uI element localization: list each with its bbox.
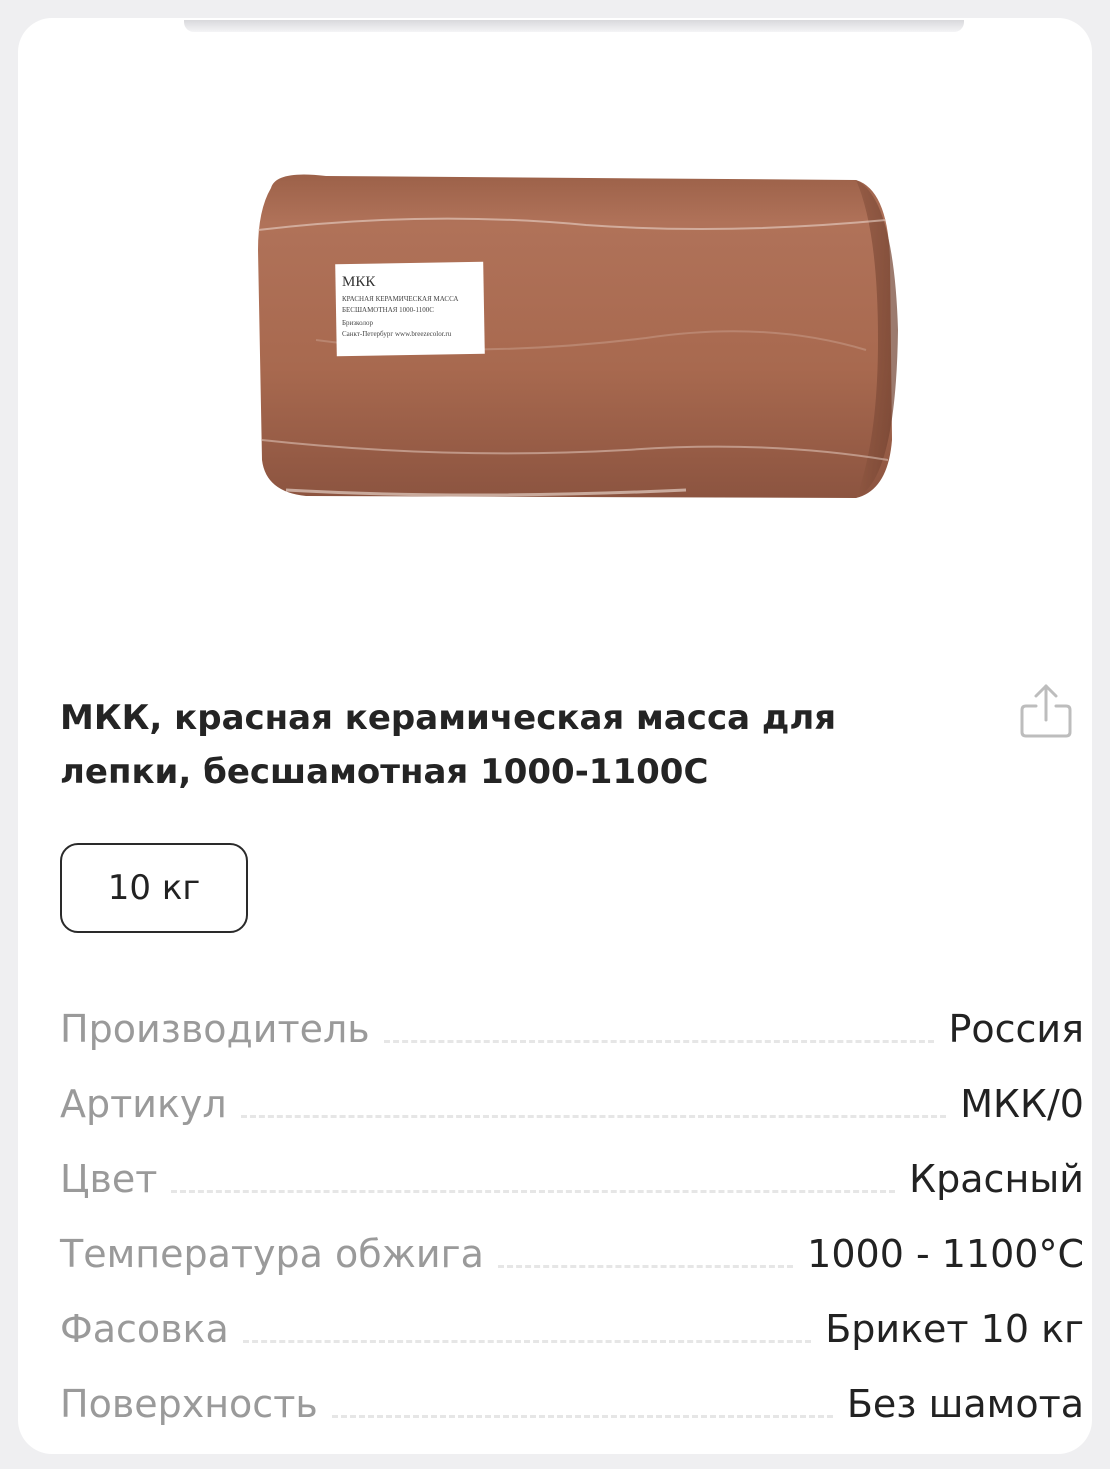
spec-value: 1000 - 1100°С [807, 1232, 1084, 1276]
spec-row-surface: Поверхность Без шамота [60, 1351, 1084, 1426]
product-title: МКК, красная керамическая масса для лепк… [60, 698, 837, 792]
spec-label: Фасовка [60, 1307, 229, 1351]
spec-row-manufacturer: Производитель Россия [60, 976, 1084, 1051]
spec-row-packaging: Фасовка Брикет 10 кг [60, 1276, 1084, 1351]
share-icon [1020, 684, 1072, 738]
product-card: МКК КРАСНАЯ КЕРАМИЧЕСКАЯ МАССА БЕСШАМОТН… [18, 18, 1092, 1454]
label-line-3: Бризколор [342, 319, 373, 327]
spec-label: Температура обжига [60, 1232, 484, 1276]
spec-value: МКК/0 [960, 1082, 1084, 1126]
spec-leader [383, 1040, 935, 1043]
spec-leader [331, 1415, 833, 1418]
spec-row-firing-temperature: Температура обжига 1000 - 1100°С [60, 1201, 1084, 1276]
spec-leader [171, 1190, 896, 1193]
spec-label: Цвет [60, 1157, 158, 1201]
spec-row-color: Цвет Красный [60, 1126, 1084, 1201]
variant-chip-10kg[interactable]: 10 кг [60, 843, 248, 933]
label-line-2: БЕСШАМОТНАЯ 1000-1100С [342, 306, 434, 314]
image-top-edge [184, 20, 964, 32]
spec-leader [497, 1265, 794, 1268]
spec-label: Артикул [60, 1082, 227, 1126]
spec-leader [240, 1115, 947, 1118]
spec-value: Брикет 10 кг [825, 1307, 1084, 1351]
label-brand: МКК [342, 274, 376, 290]
label-line-4: Санкт-Петербург www.breezecolor.ru [342, 330, 452, 338]
spec-row-article: Артикул МКК/0 [60, 1051, 1084, 1126]
spec-value: Россия [948, 1007, 1084, 1051]
spec-list: Производитель Россия Артикул МКК/0 Цвет … [60, 976, 1084, 1426]
spec-value: Красный [909, 1157, 1084, 1201]
clay-brick-illustration: МКК КРАСНАЯ КЕРАМИЧЕСКАЯ МАССА БЕСШАМОТН… [257, 174, 898, 498]
spec-value: Без шамота [846, 1382, 1084, 1426]
label-line-1: КРАСНАЯ КЕРАМИЧЕСКАЯ МАССА [342, 295, 458, 303]
spec-label: Поверхность [60, 1382, 318, 1426]
title-row: МКК, красная керамическая масса для лепк… [60, 684, 1080, 799]
spec-leader [242, 1340, 812, 1343]
share-button[interactable] [1012, 677, 1080, 745]
package-label: МКК КРАСНАЯ КЕРАМИЧЕСКАЯ МАССА БЕСШАМОТН… [335, 261, 485, 357]
spec-label: Производитель [60, 1007, 370, 1051]
product-image[interactable]: МКК КРАСНАЯ КЕРАМИЧЕСКАЯ МАССА БЕСШАМОТН… [166, 20, 964, 614]
